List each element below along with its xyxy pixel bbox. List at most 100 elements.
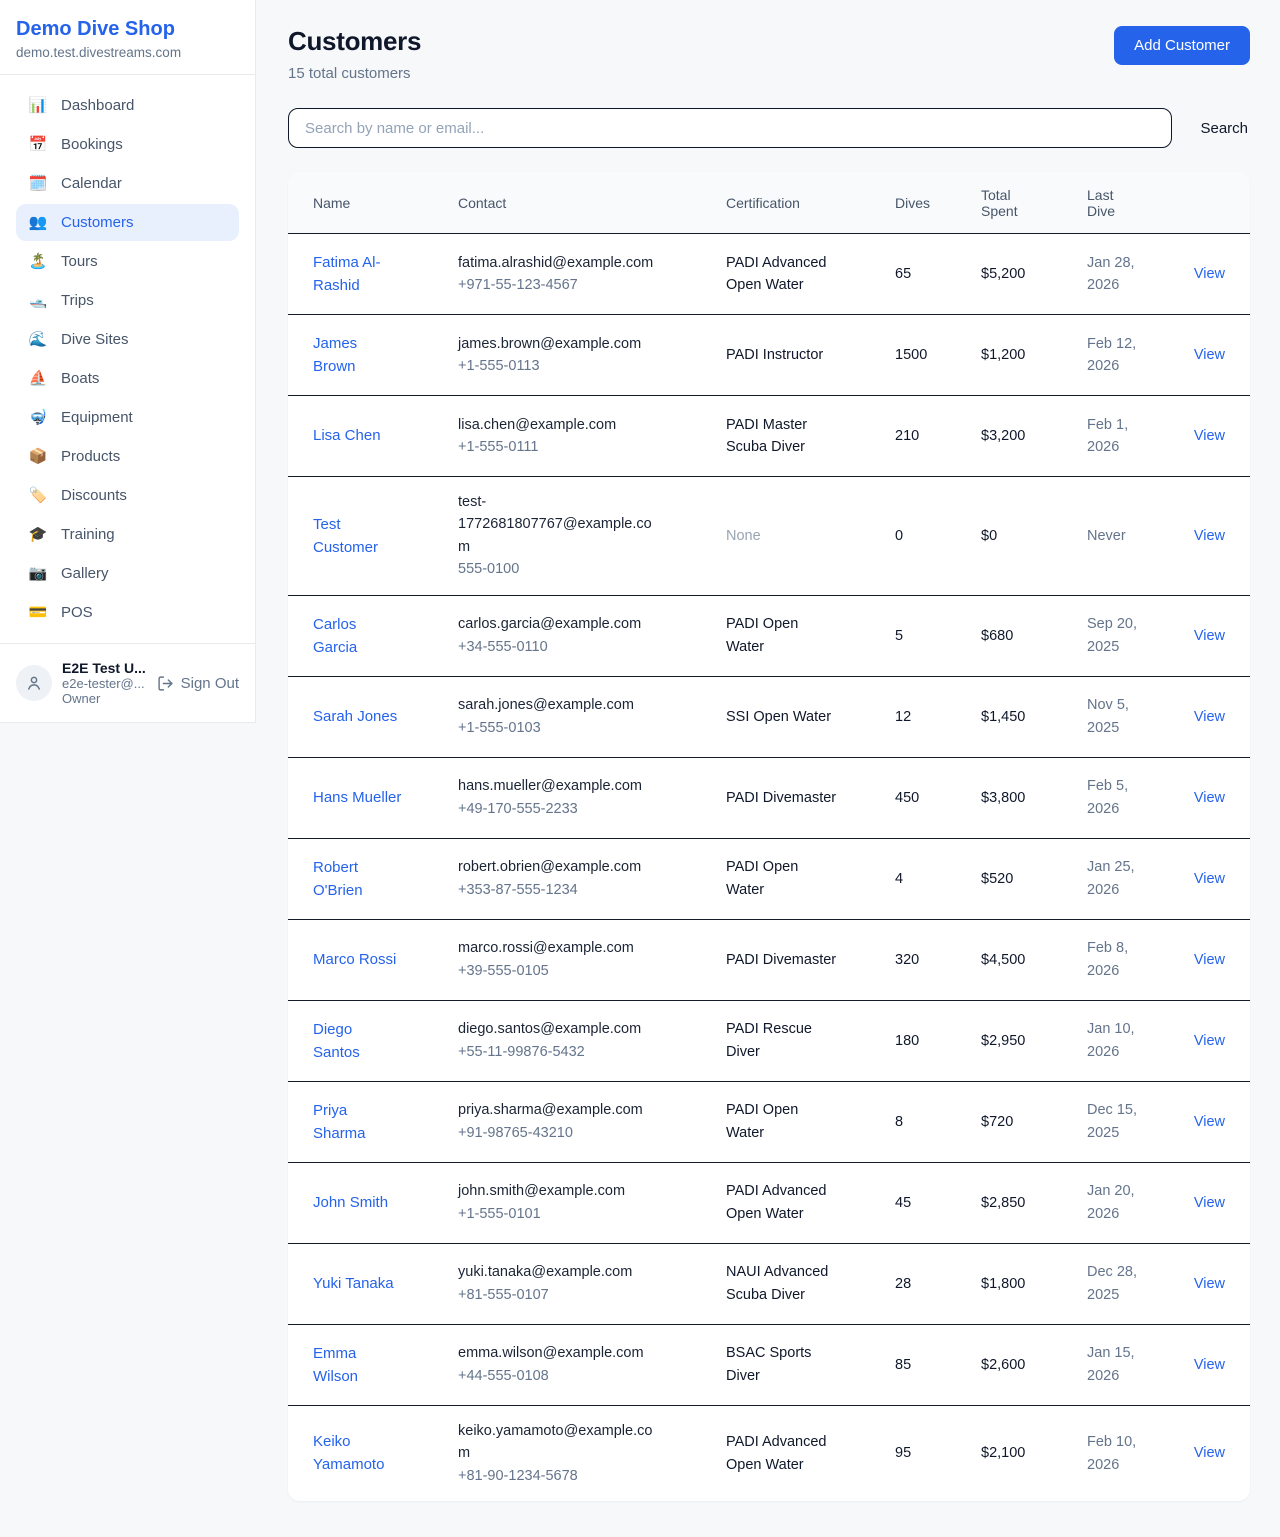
search-button[interactable]: Search xyxy=(1198,114,1250,143)
name-cell: Hans Mueller xyxy=(313,772,458,823)
customer-name-link[interactable]: Test Customer xyxy=(313,513,402,560)
sidebar-item-gallery[interactable]: 📷Gallery xyxy=(16,555,239,592)
table-row: Marco Rossimarco.rossi@example.com+39-55… xyxy=(288,920,1250,1001)
view-cell: View xyxy=(1193,1340,1225,1390)
customer-name-link[interactable]: John Smith xyxy=(313,1191,388,1214)
certification-value: PADI Divemaster xyxy=(726,787,836,809)
dives-cell: 0 xyxy=(895,511,981,561)
user-email: e2e-tester@... xyxy=(62,676,147,691)
sidebar-item-label: Tours xyxy=(61,253,98,270)
island-icon: 🏝️ xyxy=(28,254,48,269)
view-customer-link[interactable]: View xyxy=(1194,1114,1225,1130)
sidebar-item-dashboard[interactable]: 📊Dashboard xyxy=(16,87,239,124)
customer-name-link[interactable]: Robert O'Brien xyxy=(313,856,402,903)
table-row: James Brown james.brown@example.com+1-555… xyxy=(288,315,1250,396)
dives-cell: 4 xyxy=(895,854,981,904)
last-dive-cell: Feb 12, 2026 xyxy=(1087,319,1193,392)
certification-cell: None xyxy=(726,511,895,561)
view-customer-link[interactable]: View xyxy=(1194,1357,1225,1373)
customer-name-link[interactable]: Marco Rossi xyxy=(313,948,396,971)
last-dive-cell: Jan 10, 2026 xyxy=(1087,1004,1193,1077)
table-row: Emma Wilsonemma.wilson@example.com+44-55… xyxy=(288,1325,1250,1406)
view-customer-link[interactable]: View xyxy=(1194,266,1225,282)
last-dive-cell: Nov 5, 2025 xyxy=(1087,680,1193,753)
sidebar-item-equipment[interactable]: 🤿Equipment xyxy=(16,399,239,436)
view-cell: View xyxy=(1193,935,1225,985)
certification-value: PADI Open Water xyxy=(726,1099,840,1144)
total-spent-cell: $720 xyxy=(981,1097,1087,1147)
customer-email: sarah.jones@example.com xyxy=(458,694,634,716)
sidebar-item-calendar[interactable]: 🗓️Calendar xyxy=(16,165,239,202)
customer-email: james.brown@example.com xyxy=(458,333,641,355)
motorboat-icon: 🛥️ xyxy=(28,293,48,308)
customer-name-link[interactable]: Carlos Garcia xyxy=(313,613,402,660)
sidebar-item-dive-sites[interactable]: 🌊Dive Sites xyxy=(16,321,239,358)
sign-out-button[interactable]: Sign Out xyxy=(157,675,239,692)
add-customer-button[interactable]: Add Customer xyxy=(1114,26,1250,65)
sidebar-item-training[interactable]: 🎓Training xyxy=(16,516,239,553)
sidebar-item-label: Discounts xyxy=(61,487,127,504)
customer-email: hans.mueller@example.com xyxy=(458,775,642,797)
customer-phone: +49-170-555-2233 xyxy=(458,798,710,820)
certification-value: BSAC Sports Diver xyxy=(726,1342,840,1387)
view-customer-link[interactable]: View xyxy=(1194,347,1225,363)
view-cell: View xyxy=(1193,1259,1225,1309)
last-dive-value: Feb 5, 2026 xyxy=(1087,775,1151,820)
view-customer-link[interactable]: View xyxy=(1194,528,1225,544)
customer-name-link[interactable]: Priya Sharma xyxy=(313,1099,402,1146)
view-customer-link[interactable]: View xyxy=(1194,1276,1225,1292)
customer-name-link[interactable]: Keiko Yamamoto xyxy=(313,1430,402,1477)
dives-cell: 85 xyxy=(895,1340,981,1390)
view-customer-link[interactable]: View xyxy=(1194,1033,1225,1049)
view-customer-link[interactable]: View xyxy=(1194,628,1225,644)
contact-cell: james.brown@example.com+1-555-0113 xyxy=(458,319,726,392)
name-cell: Priya Sharma xyxy=(313,1085,458,1160)
customer-phone: +55-11-99876-5432 xyxy=(458,1041,710,1063)
view-customer-link[interactable]: View xyxy=(1194,428,1225,444)
customer-name-link[interactable]: Yuki Tanaka xyxy=(313,1272,394,1295)
view-customer-link[interactable]: View xyxy=(1194,709,1225,725)
customer-name-link[interactable]: James Brown xyxy=(313,332,402,379)
name-cell: Carlos Garcia xyxy=(313,599,458,674)
customer-name-link[interactable]: Hans Mueller xyxy=(313,786,401,809)
table-row: Hans Mueller hans.mueller@example.com+49-… xyxy=(288,758,1250,839)
contact-cell: lisa.chen@example.com+1-555-0111 xyxy=(458,400,726,473)
customer-name-link[interactable]: Diego Santos xyxy=(313,1018,402,1065)
view-customer-link[interactable]: View xyxy=(1194,871,1225,887)
search-input[interactable] xyxy=(288,108,1172,148)
sidebar-item-customers[interactable]: 👥Customers xyxy=(16,204,239,241)
view-customer-link[interactable]: View xyxy=(1194,790,1225,806)
user-footer: E2E Test U... e2e-tester@... Owner Sign … xyxy=(0,643,255,722)
shop-name[interactable]: Demo Dive Shop xyxy=(16,18,239,41)
total-spent-cell: $4,500 xyxy=(981,935,1087,985)
sidebar-item-pos[interactable]: 💳POS xyxy=(16,594,239,631)
customer-count: 15 total customers xyxy=(288,65,421,82)
customer-name-link[interactable]: Fatima Al-Rashid xyxy=(313,251,402,298)
name-cell: James Brown xyxy=(313,318,458,393)
sidebar-item-tours[interactable]: 🏝️ Tours xyxy=(16,243,239,280)
sidebar-item-boats[interactable]: ⛵Boats xyxy=(16,360,239,397)
sidebar-item-bookings[interactable]: 📅Bookings xyxy=(16,126,239,163)
sidebar-item-discounts[interactable]: 🏷️Discounts xyxy=(16,477,239,514)
dives-cell: 210 xyxy=(895,411,981,461)
name-cell: John Smith xyxy=(313,1177,458,1228)
last-dive-value: Feb 8, 2026 xyxy=(1087,937,1151,982)
certification-cell: PADI Open Water xyxy=(726,1085,895,1158)
customer-name-link[interactable]: Emma Wilson xyxy=(313,1342,402,1389)
avatar xyxy=(16,665,52,701)
name-cell: Marco Rossi xyxy=(313,934,458,985)
table-row: Keiko Yamamotokeiko.yamamoto@example.com… xyxy=(288,1406,1250,1501)
view-customer-link[interactable]: View xyxy=(1194,1195,1225,1211)
name-cell: Keiko Yamamoto xyxy=(313,1416,458,1491)
contact-cell: hans.mueller@example.com+49-170-555-2233 xyxy=(458,761,726,834)
contact-cell: robert.obrien@example.com+353-87-555-123… xyxy=(458,842,726,915)
customer-name-link[interactable]: Sarah Jones xyxy=(313,705,397,728)
user-role: Owner xyxy=(62,691,147,706)
sidebar-item-products[interactable]: 📦Products xyxy=(16,438,239,475)
view-customer-link[interactable]: View xyxy=(1194,952,1225,968)
name-cell: Robert O'Brien xyxy=(313,842,458,917)
view-customer-link[interactable]: View xyxy=(1194,1445,1225,1461)
sidebar-item-trips[interactable]: 🛥️Trips xyxy=(16,282,239,319)
customer-name-link[interactable]: Lisa Chen xyxy=(313,424,381,447)
dives-cell: 320 xyxy=(895,935,981,985)
